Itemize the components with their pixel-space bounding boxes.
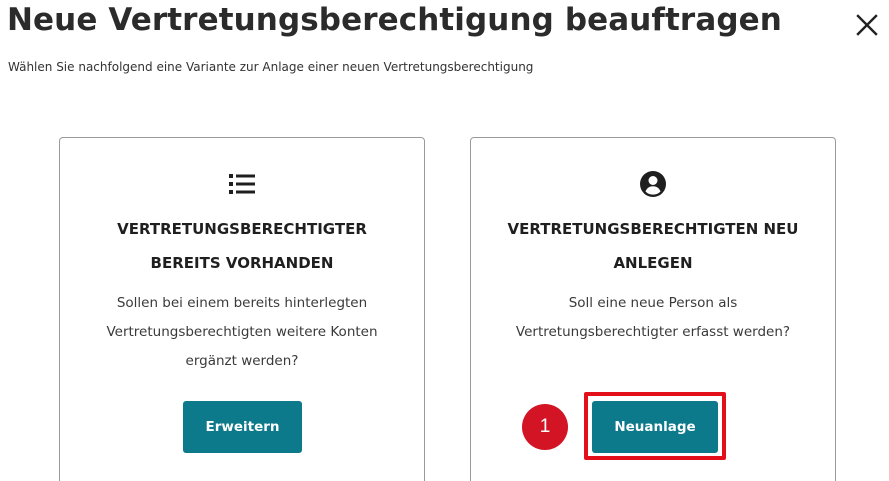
- new-authorization-dialog: Neue Vertretungsberechtigung beauftragen…: [0, 0, 889, 481]
- card-heading: VERTRETUNGSBERECHTIGTER BEREITS VORHANDE…: [117, 220, 367, 272]
- step-marker-badge: 1: [522, 404, 568, 450]
- option-card-new: VERTRETUNGSBERECHTIGTEN NEU ANLEGEN Soll…: [470, 137, 836, 481]
- new-entry-button[interactable]: Neuanlage: [592, 401, 718, 453]
- extend-button[interactable]: Erweitern: [183, 401, 302, 453]
- dialog-title: Neue Vertretungsberechtigung beauftragen: [7, 2, 782, 38]
- list-icon: [229, 174, 255, 194]
- option-card-existing: VERTRETUNGSBERECHTIGTER BEREITS VORHANDE…: [59, 137, 425, 481]
- dialog-subtitle: Wählen Sie nachfolgend eine Variante zur…: [8, 60, 534, 74]
- card-description: Sollen bei einem bereits hinterlegten Ve…: [106, 295, 378, 369]
- person-circle-icon: [640, 171, 666, 197]
- card-description: Soll eine neue Person als Vertretungsber…: [515, 295, 791, 340]
- card-heading: VERTRETUNGSBERECHTIGTEN NEU ANLEGEN: [507, 220, 799, 272]
- close-icon: [856, 14, 878, 36]
- close-button[interactable]: [852, 10, 882, 40]
